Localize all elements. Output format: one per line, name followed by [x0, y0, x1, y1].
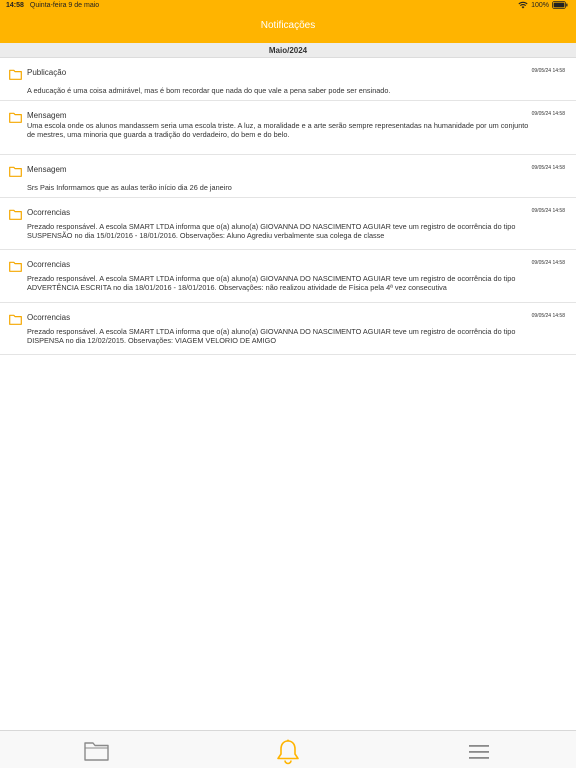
item-text: Uma escola onde os alunos mandassem seri… [27, 121, 529, 139]
item-category: Mensagem [27, 165, 67, 174]
list-item[interactable]: Mensagem 09/05/24 14:58 Uma escola onde … [0, 101, 576, 155]
battery-percent: 100% [531, 1, 549, 9]
item-text: Prezado responsável. A escola SMART LTDA… [27, 274, 516, 292]
folder-icon [9, 259, 22, 277]
tab-bar [0, 730, 576, 768]
item-text: Srs Pais Informamos que as aulas terão i… [27, 183, 232, 192]
folder-icon [9, 110, 22, 128]
item-category: Ocorrencias [27, 260, 71, 269]
bell-icon [276, 739, 300, 768]
item-category: Ocorrencias [27, 313, 71, 322]
item-date: 09/05/24 14:58 [531, 111, 565, 117]
wifi-icon [518, 1, 528, 9]
menu-icon [469, 745, 489, 763]
tab-menu[interactable] [469, 745, 489, 764]
nav-header: 14:58 Quinta-feira 9 de maio 100% Notifi… [0, 0, 576, 43]
item-date: 09/05/24 14:58 [531, 165, 565, 171]
item-date: 09/05/24 14:58 [531, 208, 565, 214]
tab-folders[interactable] [84, 741, 109, 766]
battery-icon [552, 1, 568, 9]
list-item[interactable]: Publicação 09/05/24 14:58 A educação é u… [0, 58, 576, 101]
list-item[interactable]: Ocorrencias 09/05/24 14:58 Prezado respo… [0, 198, 576, 250]
list-item[interactable]: Ocorrencias 09/05/24 14:58 Prezado respo… [0, 303, 576, 355]
item-date: 09/05/24 14:58 [531, 68, 565, 74]
item-date: 09/05/24 14:58 [531, 260, 565, 266]
list-item[interactable]: Ocorrencias 09/05/24 14:58 Prezado respo… [0, 250, 576, 303]
status-time: 14:58 [6, 2, 24, 9]
item-date: 09/05/24 14:58 [531, 313, 565, 319]
item-text: A educação é uma coisa admirável, mas é … [27, 86, 391, 95]
status-date: Quinta-feira 9 de maio [29, 2, 100, 9]
month-section-header: Maio/2024 [0, 43, 576, 58]
list-item[interactable]: Mensagem 09/05/24 14:58 Srs Pais Informa… [0, 155, 576, 198]
tab-notifications[interactable] [276, 739, 300, 768]
item-category: Ocorrencias [27, 208, 71, 217]
folder-icon [9, 207, 22, 225]
page-title: Notificações [260, 20, 316, 31]
item-category: Mensagem [27, 111, 67, 120]
status-bar: 14:58 Quinta-feira 9 de maio 100% [0, 0, 576, 12]
notification-list: Publicação 09/05/24 14:58 A educação é u… [0, 58, 576, 355]
item-category: Publicação [27, 68, 67, 77]
item-text: Prezado responsável. A escola SMART LTDA… [27, 222, 516, 240]
item-text: Prezado responsável. A escola SMART LTDA… [27, 327, 516, 345]
folder-icon [9, 67, 22, 85]
folder-icon [9, 164, 22, 182]
folder-icon [84, 742, 109, 765]
folder-icon [9, 312, 22, 330]
